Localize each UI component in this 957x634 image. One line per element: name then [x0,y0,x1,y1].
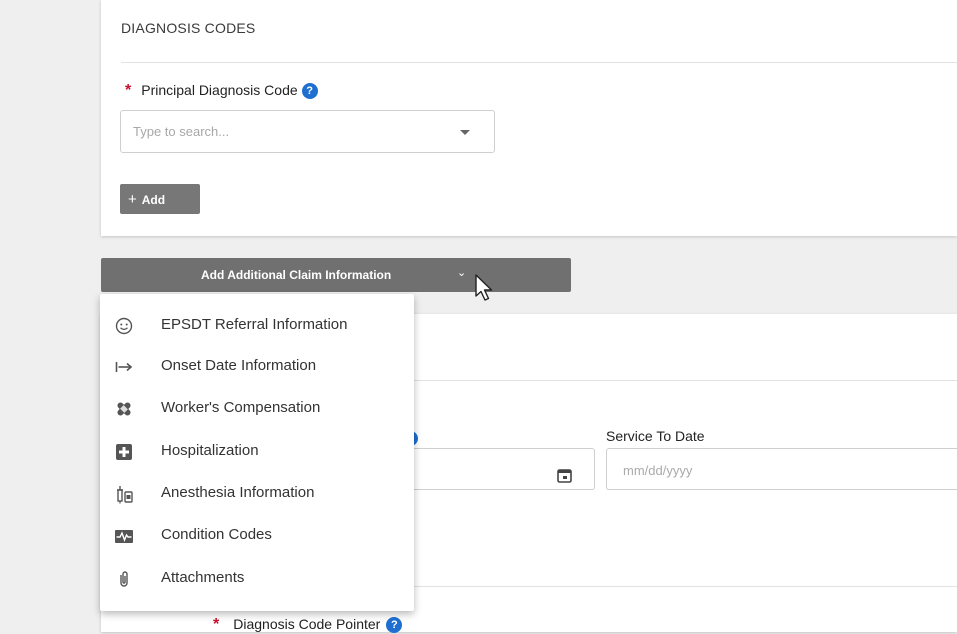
calendar-icon[interactable] [557,468,572,483]
menu-item-hospitalization[interactable]: Hospitalization [100,431,414,473]
chevron-down-icon: ⌄ [457,267,467,279]
required-marker: * [213,616,220,633]
add-additional-claim-info-button[interactable]: Add Additional Claim Information ⌄ [101,258,571,292]
bandage-icon [117,402,131,416]
principal-diagnosis-search-input[interactable] [131,123,435,140]
diagnosis-codes-card: DIAGNOSIS CODES * Principal Diagnosis Cod… [101,0,957,236]
menu-item-label: Hospitalization [161,442,259,459]
menu-item-condition-codes[interactable]: Condition Codes [100,515,414,557]
hospital-plus-icon [116,444,132,460]
plus-icon: + [128,190,137,208]
add-additional-claim-info-label: Add Additional Claim Information [201,268,392,282]
principal-diagnosis-label-text: Principal Diagnosis Code [141,82,298,98]
help-icon[interactable]: ? [386,617,403,634]
paperclip-icon [120,571,128,587]
section-title: DIAGNOSIS CODES [121,20,256,36]
menu-item-epsdt-referral[interactable]: EPSDT Referral Information [100,305,414,347]
diagnosis-code-pointer-label: * Diagnosis Code Pointer? [213,616,403,634]
service-to-date-field[interactable] [606,448,957,490]
pulse-icon [115,530,133,543]
add-diagnosis-button[interactable]: + Add [120,184,200,214]
service-to-date-label: Service To Date [606,428,705,444]
menu-item-label: Condition Codes [161,526,272,543]
menu-item-attachments[interactable]: Attachments [100,558,414,600]
menu-item-label: Worker's Compensation [161,399,321,416]
menu-item-label: Anesthesia Information [161,484,315,501]
service-to-date-input[interactable] [621,462,925,479]
menu-item-label: Onset Date Information [161,357,317,374]
menu-item-onset-date[interactable]: Onset Date Information [100,346,414,388]
menu-item-workers-compensation[interactable]: Worker's Compensation [100,388,414,430]
principal-diagnosis-select[interactable] [120,110,495,153]
help-icon[interactable]: ? [301,83,318,100]
smiley-icon [115,317,133,335]
principal-diagnosis-label: * Principal Diagnosis Code? [125,82,318,100]
menu-item-label: EPSDT Referral Information [161,316,348,333]
caret-down-icon[interactable] [460,130,470,135]
add-diagnosis-button-label: Add [141,192,166,207]
diagnosis-code-pointer-label-text: Diagnosis Code Pointer [233,616,381,632]
arrow-to-right-icon [115,362,133,372]
menu-item-anesthesia[interactable]: Anesthesia Information [100,473,414,515]
menu-item-label: Attachments [161,569,245,586]
syringe-icon [117,486,133,504]
section-divider [121,62,957,63]
additional-info-menu: EPSDT Referral Information Onset Date In… [100,294,414,611]
required-marker: * [125,82,132,99]
mouse-cursor-icon [475,274,493,301]
